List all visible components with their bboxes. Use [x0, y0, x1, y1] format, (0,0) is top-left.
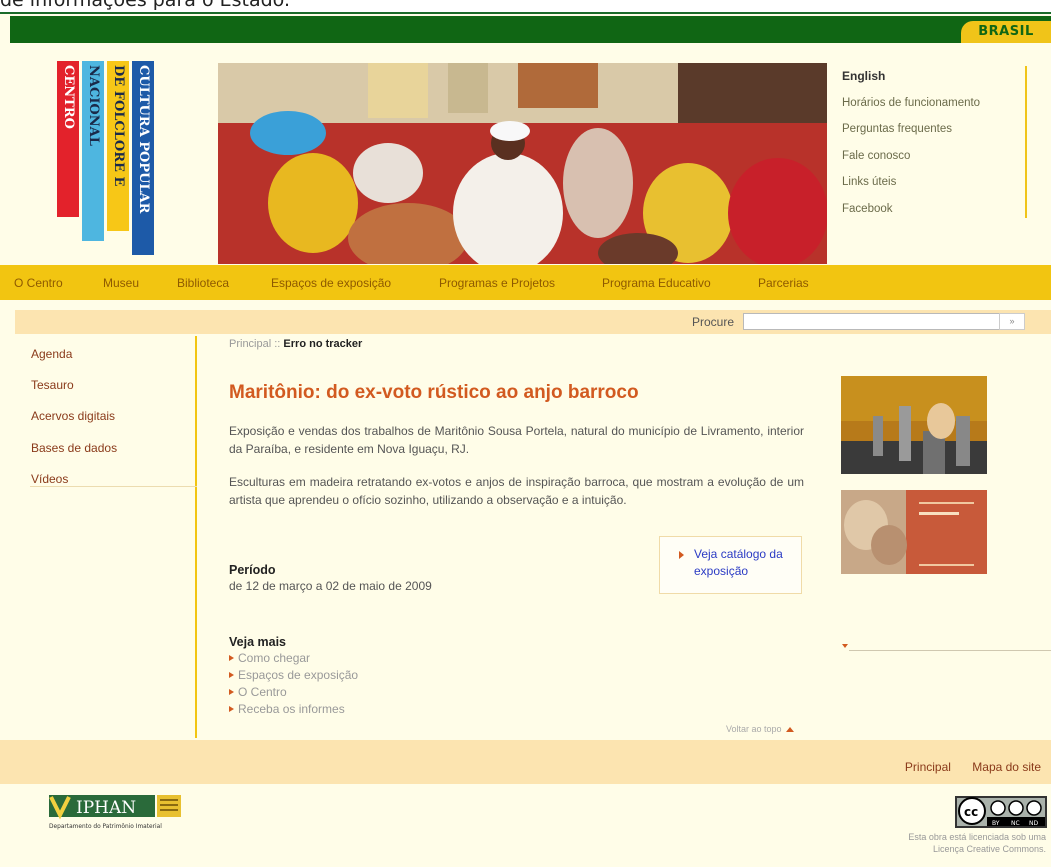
see-more-informes[interactable]: Receba os informes [229, 702, 345, 716]
footer-bar: Principal Mapa do site [0, 740, 1051, 784]
nav-museu[interactable]: Museu [103, 276, 139, 290]
arrow-right-icon [679, 551, 684, 559]
page-frame: BRASIL CENTRO NACIONAL DE FOLCLORE E CUL… [0, 12, 1051, 867]
page-title: Maritônio: do ex-voto rústico ao anjo ba… [229, 382, 639, 403]
breadcrumb: Principal :: Erro no tracker [229, 338, 363, 350]
sidebar: Agenda Tesauro Acervos digitais Bases de… [15, 336, 197, 738]
footer-links: Principal Mapa do site [887, 760, 1041, 774]
svg-text:NC: NC [1011, 820, 1020, 827]
arrow-right-icon [229, 671, 234, 678]
cc-by-nc-nd-icon: cc BY NC ND [955, 796, 1047, 828]
see-more-title: Veja mais [229, 635, 286, 649]
footer-link-sitemap[interactable]: Mapa do site [972, 760, 1041, 774]
contact-link[interactable]: Fale conosco [842, 146, 1025, 173]
nav-biblioteca[interactable]: Biblioteca [177, 276, 229, 290]
arrow-right-icon [229, 705, 234, 712]
sidebar-item-tesauro[interactable]: Tesauro [31, 378, 74, 392]
main-nav: O Centro Museu Biblioteca Espaços de exp… [0, 265, 1051, 300]
iphan-name-text: IPHAN [76, 798, 136, 818]
search-input[interactable] [743, 313, 1001, 330]
sidebar-item-videos[interactable]: Vídeos [31, 472, 68, 486]
logo-bar-blue: CULTURA POPULAR [132, 61, 154, 255]
see-more-espacos[interactable]: Espaços de exposição [229, 668, 358, 682]
iphan-logo-image: IPHAN Departamento do Patrimônio Imateri… [49, 795, 181, 830]
festival-crowd-image [218, 63, 827, 264]
footer-link-principal[interactable]: Principal [905, 760, 951, 774]
see-more-o-centro[interactable]: O Centro [229, 685, 287, 699]
breadcrumb-current: Erro no tracker [283, 338, 363, 350]
sidebar-item-bases[interactable]: Bases de dados [31, 441, 117, 455]
nav-parcerias[interactable]: Parcerias [758, 276, 809, 290]
breadcrumb-home[interactable]: Principal [229, 338, 271, 350]
back-to-top-link[interactable]: Voltar ao topo [726, 724, 794, 734]
arrow-up-icon [785, 727, 794, 732]
exhibition-photo-1[interactable] [841, 376, 987, 474]
arrow-right-icon [229, 654, 234, 661]
arrow-right-icon [229, 688, 234, 695]
sidebar-divider [30, 486, 197, 487]
license-link[interactable]: Licença Creative Commons. [908, 843, 1046, 855]
period-value: de 12 de março a 02 de maio de 2009 [229, 579, 432, 593]
right-divider [849, 650, 1051, 651]
sidebar-item-acervos[interactable]: Acervos digitais [31, 409, 115, 423]
search-bar: Procure » [15, 310, 1051, 334]
logo-bar-cyan: NACIONAL [82, 61, 104, 241]
iphan-sub-text: Departamento do Patrimônio Imaterial [49, 822, 162, 830]
see-more-como-chegar[interactable]: Como chegar [229, 651, 310, 665]
nav-programas[interactable]: Programas e Projetos [439, 276, 555, 290]
iphan-logo[interactable]: IPHAN Departamento do Patrimônio Imateri… [49, 795, 182, 835]
logo-bar-yellow: DE FOLCLORE E [107, 61, 129, 231]
gallery-room-image [841, 376, 987, 474]
catalog-box: Veja catálogo da exposição [659, 536, 802, 594]
hours-link[interactable]: Horários de funcionamento [842, 93, 1025, 120]
government-bar: BRASIL [10, 16, 1051, 43]
svg-text:BY: BY [992, 820, 1000, 827]
marker-icon [842, 644, 848, 648]
search-label: Procure [692, 315, 735, 329]
catalog-cover-image [841, 490, 987, 574]
facebook-link[interactable]: Facebook [842, 199, 1025, 226]
nav-educativo[interactable]: Programa Educativo [602, 276, 711, 290]
description-paragraph: Esculturas em madeira retratando ex-voto… [229, 475, 804, 507]
nav-espacos[interactable]: Espaços de exposição [271, 276, 391, 290]
svg-text:cc: cc [964, 805, 978, 819]
svg-text:ND: ND [1029, 820, 1038, 827]
faq-link[interactable]: Perguntas frequentes [842, 119, 1025, 146]
nav-o-centro[interactable]: O Centro [14, 276, 63, 290]
banner-photo [218, 63, 827, 264]
creative-commons-badge[interactable]: cc BY NC ND [955, 796, 1047, 828]
period-label: Período [229, 563, 276, 577]
exhibition-photo-2[interactable] [841, 490, 987, 574]
useful-links-link[interactable]: Links úteis [842, 172, 1025, 199]
search-button[interactable]: » [999, 313, 1025, 330]
top-links: English Horários de funcionamento Pergun… [842, 66, 1027, 218]
license-text: Esta obra está licenciada sob uma Licenç… [908, 832, 1046, 855]
logo-bar-red: CENTRO [57, 61, 79, 217]
brasil-link[interactable]: BRASIL [961, 21, 1051, 43]
sidebar-item-agenda[interactable]: Agenda [31, 347, 72, 361]
catalog-link[interactable]: Veja catálogo da exposição [694, 546, 804, 580]
cnfcp-logo[interactable]: CENTRO NACIONAL DE FOLCLORE E CULTURA PO… [57, 61, 157, 256]
intro-paragraph: Exposição e vendas dos trabalhos de Mari… [229, 424, 804, 456]
english-link[interactable]: English [842, 66, 1025, 93]
